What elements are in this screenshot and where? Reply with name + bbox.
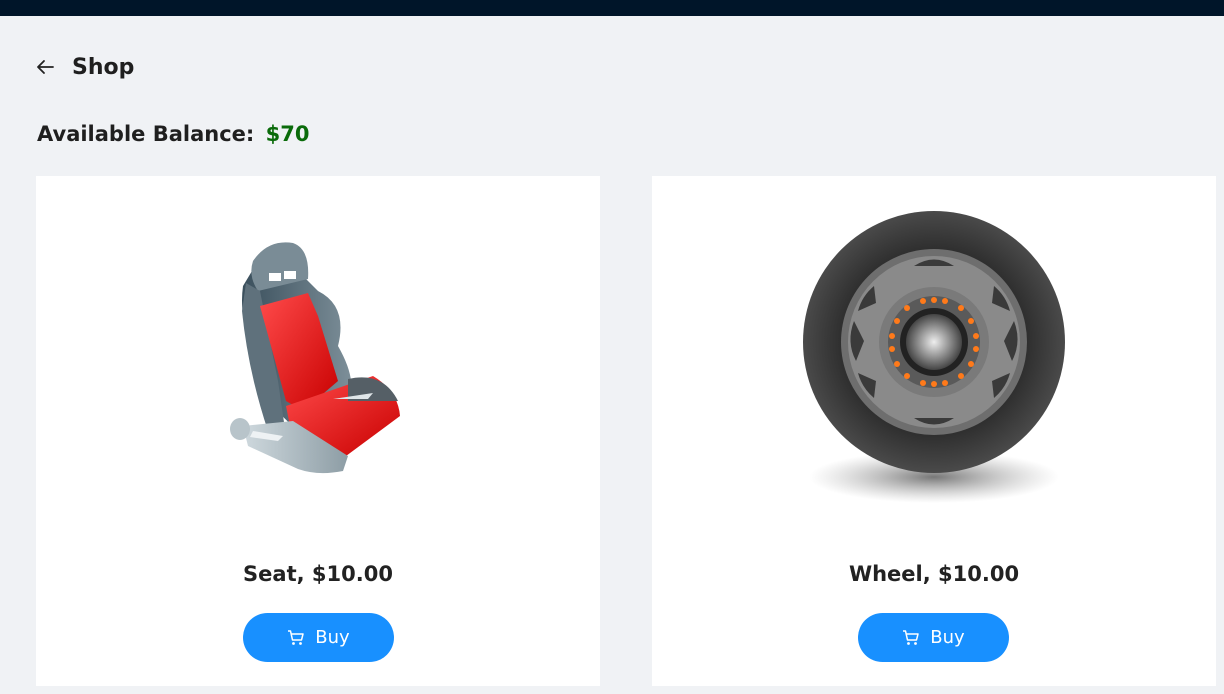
product-image-wheel (652, 196, 1216, 526)
balance-amount: $70 (265, 122, 310, 146)
product-image-seat (36, 196, 600, 526)
buy-button-label: Buy (930, 627, 965, 648)
page-header: Shop (32, 52, 134, 82)
arrow-left-icon (37, 60, 54, 74)
page-title: Shop (72, 54, 135, 80)
buy-button-label: Buy (315, 627, 350, 648)
wheel-image (803, 211, 1065, 503)
balance-label: Available Balance: (37, 122, 255, 146)
buy-button-wheel[interactable]: Buy (858, 613, 1009, 662)
available-balance: Available Balance: $70 (37, 122, 309, 146)
back-button[interactable] (32, 54, 58, 80)
product-card-seat: Seat, $10.00 Buy (36, 176, 600, 686)
buy-button-seat[interactable]: Buy (243, 613, 394, 662)
top-nav-bar (0, 0, 1224, 16)
shopping-cart-icon (287, 629, 305, 647)
product-caption-wheel: Wheel, $10.00 (848, 562, 1020, 586)
car-seat-image (230, 242, 400, 474)
product-card-wheel: Wheel, $10.00 Buy (652, 176, 1216, 686)
product-caption-seat: Seat, $10.00 (243, 562, 393, 586)
shopping-cart-icon (902, 629, 920, 647)
